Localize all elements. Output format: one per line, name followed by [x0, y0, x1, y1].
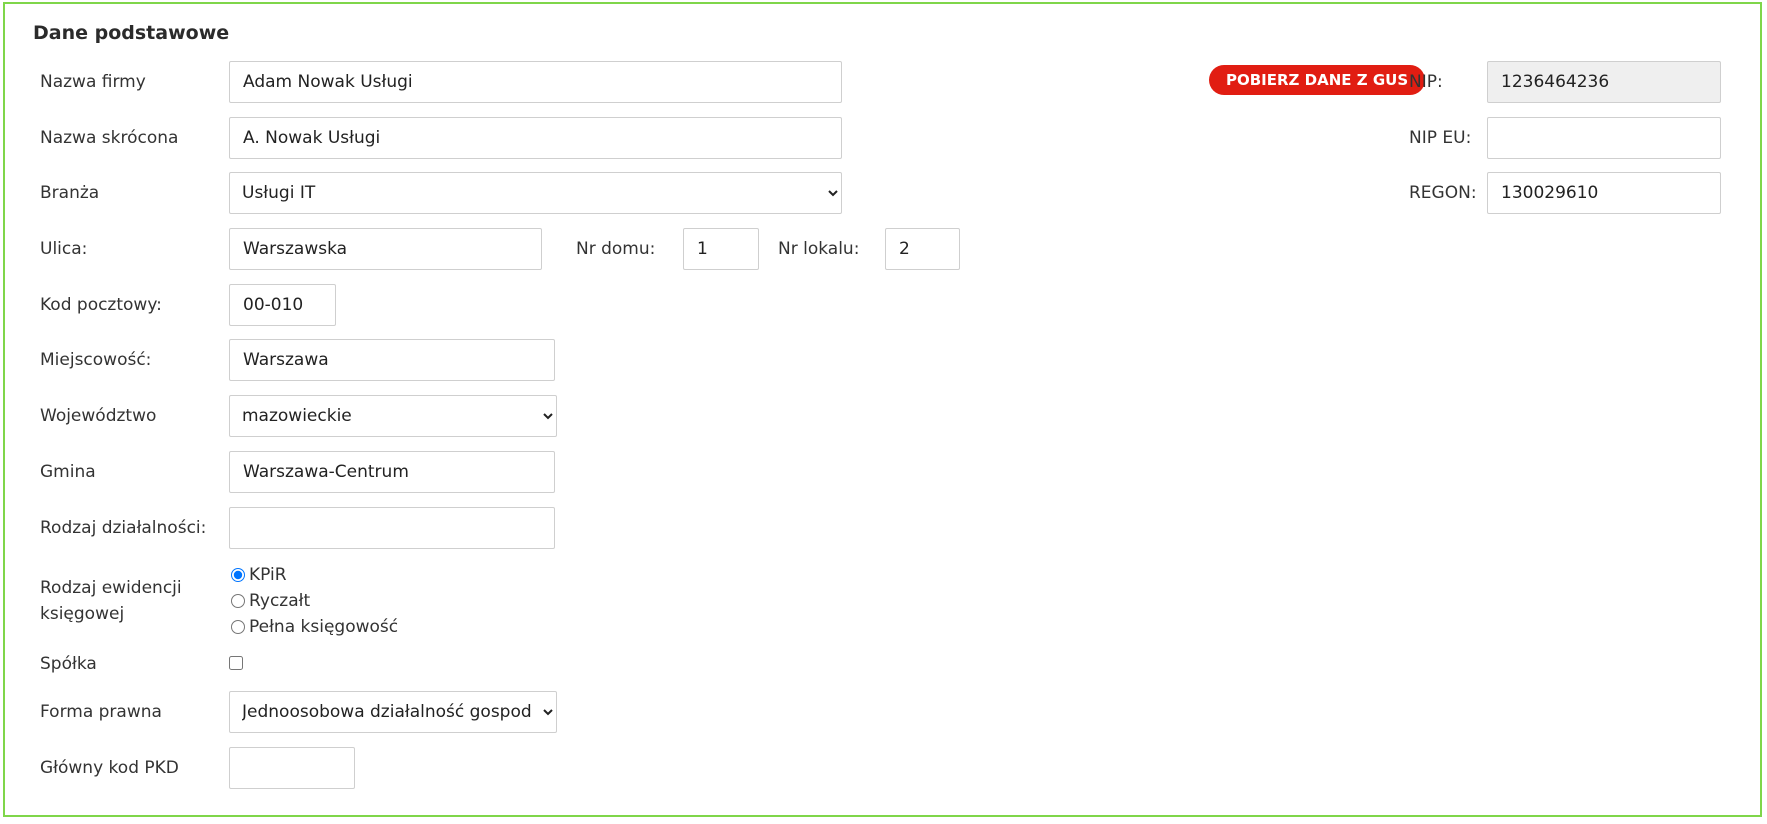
radio-ryczalt[interactable] — [231, 594, 245, 608]
legal-form-select[interactable]: Jednoosobowa działalność gospodarcza — [229, 691, 557, 733]
regon-label: REGON: — [1409, 183, 1477, 203]
city-input[interactable] — [229, 339, 555, 381]
fetch-gus-data-button[interactable]: POBIERZ DANE Z GUS — [1209, 65, 1426, 95]
accounting-type-label-line1: Rodzaj ewidencji — [40, 578, 182, 598]
street-input[interactable] — [229, 228, 542, 270]
short-name-label: Nazwa skrócona — [40, 128, 179, 148]
industry-label: Branża — [40, 183, 100, 203]
radio-full-accounting[interactable] — [231, 620, 245, 634]
apartment-number-input[interactable] — [885, 228, 960, 270]
city-label: Miejscowość: — [40, 350, 152, 370]
postal-code-label: Kod pocztowy: — [40, 295, 162, 315]
voivodeship-select[interactable]: mazowieckie — [229, 395, 557, 437]
nip-input[interactable] — [1487, 61, 1721, 103]
business-type-label: Rodzaj działalności: — [40, 518, 207, 538]
apartment-number-label: Nr lokalu: — [778, 239, 860, 259]
business-type-input[interactable] — [229, 507, 555, 549]
street-label: Ulica: — [40, 239, 88, 259]
pkd-code-label: Główny kod PKD — [40, 758, 179, 778]
partnership-checkbox[interactable] — [229, 656, 243, 670]
industry-select[interactable]: Usługi IT — [229, 172, 842, 214]
short-name-input[interactable] — [229, 117, 842, 159]
nip-eu-input[interactable] — [1487, 117, 1721, 159]
radio-kpir-row: KPiR — [229, 565, 287, 585]
section-title: Dane podstawowe — [33, 22, 230, 44]
radio-full-accounting-label: Pełna księgowość — [249, 617, 399, 637]
company-name-label: Nazwa firmy — [40, 72, 146, 92]
company-name-input[interactable] — [229, 61, 842, 103]
radio-ryczalt-label: Ryczałt — [249, 591, 311, 611]
house-number-label: Nr domu: — [576, 239, 656, 259]
radio-kpir[interactable] — [231, 568, 245, 582]
radio-kpir-label: KPiR — [249, 565, 287, 585]
voivodeship-label: Województwo — [40, 406, 157, 426]
municipality-input[interactable] — [229, 451, 555, 493]
nip-label: NIP: — [1409, 72, 1443, 92]
nip-eu-label: NIP EU: — [1409, 128, 1472, 148]
pkd-code-input[interactable] — [229, 747, 355, 789]
municipality-label: Gmina — [40, 462, 96, 482]
radio-ryczalt-row: Ryczałt — [229, 591, 310, 611]
postal-code-input[interactable] — [229, 284, 336, 326]
radio-full-accounting-row: Pełna księgowość — [229, 617, 398, 637]
regon-input[interactable] — [1487, 172, 1721, 214]
legal-form-label: Forma prawna — [40, 702, 162, 722]
house-number-input[interactable] — [683, 228, 759, 270]
accounting-type-label-line2: księgowej — [40, 604, 125, 624]
partnership-label: Spółka — [40, 654, 97, 674]
